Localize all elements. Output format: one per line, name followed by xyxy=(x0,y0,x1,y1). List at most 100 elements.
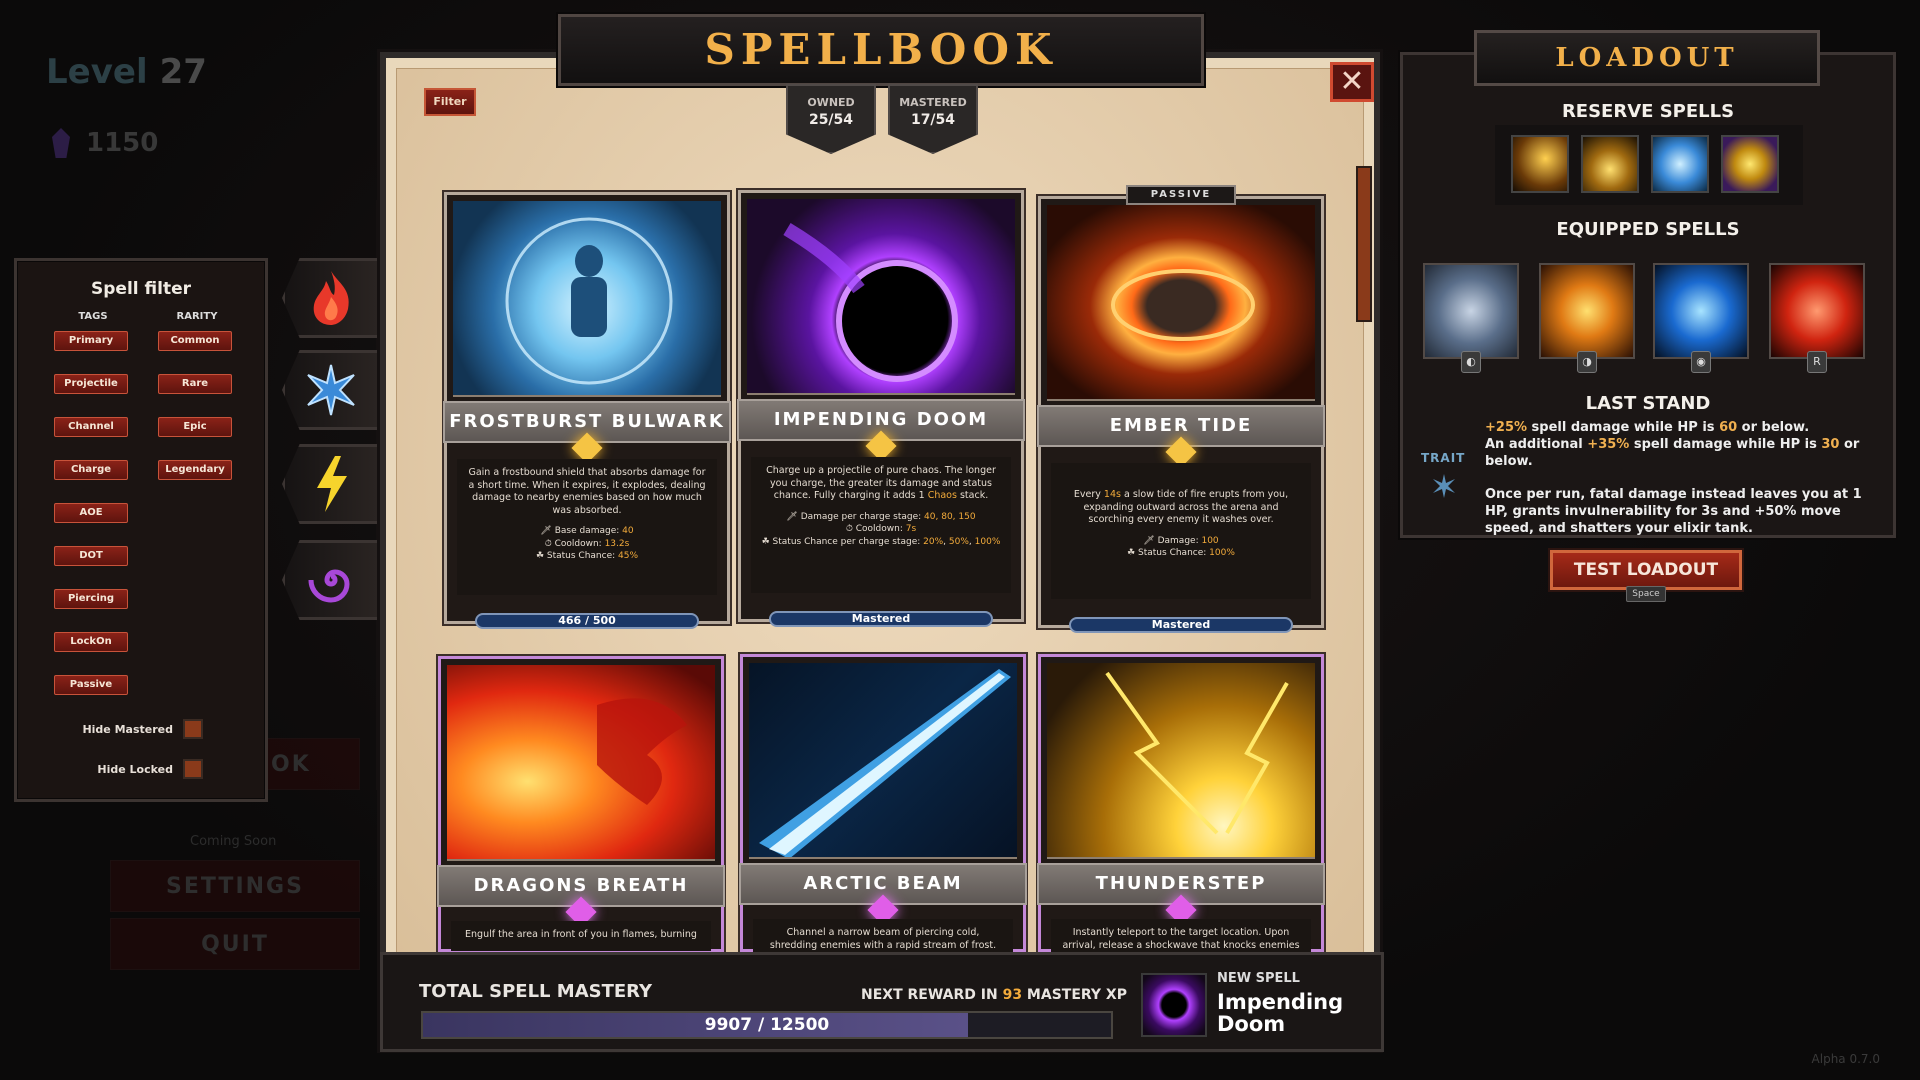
spell-art-arctic-beam xyxy=(749,663,1017,859)
spell-description: Gain a frostbound shield that absorbs da… xyxy=(457,459,717,595)
mouse-left-icon: ◐ xyxy=(1461,351,1481,373)
hide-mastered-checkbox[interactable] xyxy=(183,719,203,739)
mastery-progress-bar: Mastered xyxy=(1069,617,1293,633)
close-icon: ✕ xyxy=(1339,64,1365,99)
filter-tag-charge[interactable]: Charge xyxy=(54,460,128,480)
filter-tag-channel[interactable]: Channel xyxy=(54,417,128,437)
spell-filter-panel: Spell filter TAGS RARITY Primary Project… xyxy=(14,258,268,802)
test-loadout-button[interactable]: TEST LOADOUT xyxy=(1550,550,1742,590)
space-key-hint: Space xyxy=(1626,586,1666,602)
equipped-spell-slot-3[interactable] xyxy=(1653,263,1749,359)
filter-rarity-legendary[interactable]: Legendary xyxy=(158,460,232,480)
filter-rarity-common[interactable]: Common xyxy=(158,331,232,351)
spell-art-impending-doom xyxy=(747,199,1015,395)
spell-art-thunderstep xyxy=(1047,663,1315,859)
mastery-title: TOTAL SPELL MASTERY xyxy=(419,981,653,1002)
mouse-middle-icon: ◉ xyxy=(1691,351,1711,373)
stat-cooldown: ⏱ Cooldown: 7s xyxy=(845,524,917,534)
spell-card-impending-doom[interactable]: IMPENDING DOOM Charge up a projectile of… xyxy=(737,190,1025,627)
spell-card-ember-tide[interactable]: PASSIVE EMBER TIDE Every 14s a slow tide… xyxy=(1037,185,1325,633)
trait-description: +25% spell damage while HP is 60 or belo… xyxy=(1485,420,1862,536)
equipped-spell-slot-4[interactable] xyxy=(1769,263,1865,359)
gem-icon xyxy=(52,128,70,158)
filter-button[interactable]: Filter xyxy=(424,88,476,116)
reserve-spell-slot[interactable] xyxy=(1511,135,1569,193)
trait-name: LAST STAND xyxy=(1585,393,1711,414)
stat-status-chance: ☘ Status Chance: 100% xyxy=(1127,548,1235,558)
owned-value: 25/54 xyxy=(808,112,854,128)
filter-tag-lockon[interactable]: LockOn xyxy=(54,632,128,652)
spell-description: Charge up a projectile of pure chaos. Th… xyxy=(751,457,1011,593)
close-button[interactable]: ✕ xyxy=(1330,62,1374,102)
tab-frost[interactable] xyxy=(282,350,380,430)
frost-icon xyxy=(307,364,355,416)
filter-tag-projectile[interactable]: Projectile xyxy=(54,374,128,394)
snowflake-icon xyxy=(1431,473,1457,503)
tab-lightning[interactable] xyxy=(282,444,380,524)
stat-damage: 🗡 Damage: 100 xyxy=(1143,535,1219,546)
coming-soon-label: Coming Soon xyxy=(190,834,277,849)
reserve-spell-slot[interactable] xyxy=(1721,135,1779,193)
settings-button[interactable]: SETTINGS xyxy=(110,860,360,912)
new-spell-label: NEW SPELL xyxy=(1217,971,1300,986)
spell-art-ember-tide xyxy=(1047,205,1315,401)
loadout-title: LOADOUT xyxy=(1474,30,1820,86)
fire-icon xyxy=(313,271,349,325)
filter-tag-aoe[interactable]: AOE xyxy=(54,503,128,523)
tab-fire[interactable] xyxy=(282,258,380,338)
gem-count: 1150 xyxy=(86,128,159,158)
hide-locked-label: Hide Locked xyxy=(97,763,173,776)
version-label: Alpha 0.7.0 xyxy=(1811,1052,1880,1066)
game-screen: Level 27 1150 OK Coming Soon SETTINGS QUI… xyxy=(0,0,1920,1080)
total-mastery-panel: TOTAL SPELL MASTERY NEXT REWARD IN 93 MA… xyxy=(380,952,1384,1052)
mastery-progress-bar: 9907 / 12500 xyxy=(421,1011,1113,1039)
spell-card-arctic-beam[interactable]: ARCTIC BEAM Channel a narrow beam of pie… xyxy=(739,654,1027,953)
spell-description: Channel a narrow beam of piercing cold, … xyxy=(753,919,1013,953)
spell-description: Engulf the area in front of you in flame… xyxy=(451,921,711,951)
mastery-progress-text: 9907 / 12500 xyxy=(704,1015,830,1035)
tags-header: TAGS xyxy=(78,311,108,322)
reserve-spells-title: RESERVE SPELLS xyxy=(1561,101,1735,122)
filter-rarity-epic[interactable]: Epic xyxy=(158,417,232,437)
new-spell-icon xyxy=(1141,973,1207,1037)
hide-mastered-label: Hide Mastered xyxy=(82,723,173,736)
spellbook-title: SPELLBOOK xyxy=(558,14,1204,86)
mastery-progress-bar: Mastered xyxy=(769,611,993,627)
hide-locked-checkbox[interactable] xyxy=(183,759,203,779)
reserve-spell-slot[interactable] xyxy=(1651,135,1709,193)
key-r-badge: R xyxy=(1807,351,1827,373)
stat-damage-per-stage: 🗡 Damage per charge stage: 40, 80, 150 xyxy=(786,511,976,522)
mastered-value: 17/54 xyxy=(910,112,956,128)
trait-label: TRAIT xyxy=(1421,451,1466,465)
next-reward-text: NEXT REWARD IN 93 MASTERY XP xyxy=(861,987,1127,1003)
spell-art-frostburst xyxy=(453,201,721,397)
owned-label: OWNED xyxy=(807,96,855,109)
filter-title: Spell filter xyxy=(91,279,191,299)
filter-tag-primary[interactable]: Primary xyxy=(54,331,128,351)
filter-tag-dot[interactable]: DOT xyxy=(54,546,128,566)
scrollbar[interactable] xyxy=(1356,166,1372,322)
filter-rarity-rare[interactable]: Rare xyxy=(158,374,232,394)
spell-card-thunderstep[interactable]: THUNDERSTEP Instantly teleport to the ta… xyxy=(1037,654,1325,963)
equipped-spell-slot-2[interactable] xyxy=(1539,263,1635,359)
spell-card-dragons-breath[interactable]: DRAGONS BREATH Engulf the area in front … xyxy=(437,656,725,952)
reserve-spells-row xyxy=(1495,125,1803,205)
new-spell-name: Impending Doom xyxy=(1217,990,1344,1036)
equipped-spell-slot-1[interactable] xyxy=(1423,263,1519,359)
tab-chaos[interactable] xyxy=(282,540,380,620)
filter-tag-passive[interactable]: Passive xyxy=(54,675,128,695)
quit-button[interactable]: QUIT xyxy=(110,918,360,970)
spell-card-frostburst-bulwark[interactable]: FROSTBURST BULWARK Gain a frostbound shi… xyxy=(443,192,731,629)
stat-base-damage: 🗡 Base damage: 40 xyxy=(540,526,634,536)
stat-cooldown: ⏱ Cooldown: 13.2s xyxy=(544,538,630,549)
chaos-icon xyxy=(308,569,350,603)
reserve-spell-slot[interactable] xyxy=(1581,135,1639,193)
passive-badge: PASSIVE xyxy=(1126,185,1236,205)
stat-status-chance: ☘ Status Chance per charge stage: 20%, 5… xyxy=(761,536,1001,547)
spell-description: Every 14s a slow tide of fire erupts fro… xyxy=(1051,463,1311,599)
equipped-spells-title: EQUIPPED SPELLS xyxy=(1556,219,1740,240)
lightning-icon xyxy=(317,456,347,512)
filter-tag-piercing[interactable]: Piercing xyxy=(54,589,128,609)
loadout-panel: RESERVE SPELLS EQUIPPED SPELLS ◐ ◑ ◉ R L… xyxy=(1400,52,1896,538)
mastery-progress-bar: 466 / 500 xyxy=(475,613,699,629)
